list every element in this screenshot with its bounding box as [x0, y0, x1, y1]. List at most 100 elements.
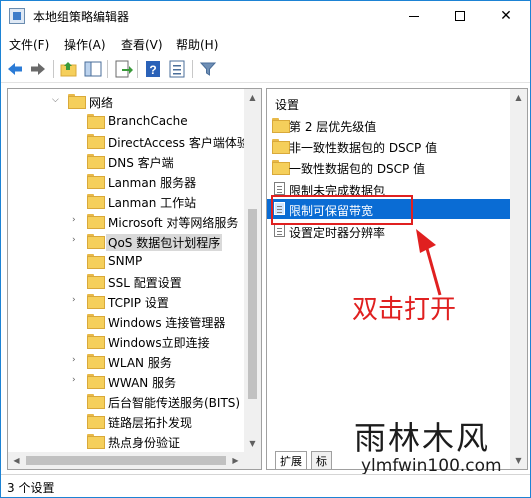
folder-icon: [87, 254, 105, 269]
tree-item[interactable]: › TCPIP 设置: [8, 291, 248, 311]
setting-icon: [272, 224, 288, 238]
list-item[interactable]: 第 2 层优先级值: [267, 115, 527, 135]
folder-icon: [87, 374, 105, 389]
folder-icon: [87, 154, 105, 169]
folder-icon: [87, 334, 105, 349]
arrow-annotation-icon: [416, 229, 442, 296]
tree-item[interactable]: 后台智能传送服务(BITS): [8, 391, 248, 411]
tree-item[interactable]: › WLAN 服务: [8, 351, 248, 371]
folder-icon: [87, 314, 105, 329]
tree-item-network[interactable]: ⌵ 网络: [8, 91, 248, 111]
show-tree-button[interactable]: [82, 58, 104, 80]
toolbar: ?: [1, 55, 530, 83]
tree-vertical-scrollbar[interactable]: ▲ ▼: [244, 89, 261, 452]
tree-item[interactable]: Windows立即连接: [8, 331, 248, 351]
tree-item-label: QoS 数据包计划程序: [106, 234, 223, 251]
tree-item-label: 网络: [89, 96, 114, 110]
tree-item-label: BranchCache: [108, 114, 188, 128]
title-bar: 本地组策略编辑器 ✕: [1, 1, 530, 31]
scroll-down-icon[interactable]: ▼: [244, 435, 261, 452]
list-item-label: 一致性数据包的 DSCP 值: [289, 162, 426, 176]
scroll-up-icon[interactable]: ▲: [510, 89, 527, 106]
show-tree-icon: [84, 61, 102, 77]
help-button[interactable]: ?: [142, 58, 164, 80]
export-button[interactable]: [112, 58, 134, 80]
tab-extended[interactable]: 扩展: [275, 451, 307, 469]
forward-button[interactable]: [27, 58, 49, 80]
tab-standard[interactable]: 标: [311, 451, 332, 469]
minimize-button[interactable]: [391, 1, 437, 31]
minimize-icon: [409, 15, 419, 17]
tree-item[interactable]: BranchCache: [8, 111, 248, 131]
list-item[interactable]: 一致性数据包的 DSCP 值: [267, 157, 527, 177]
tree-item[interactable]: Windows 连接管理器: [8, 311, 248, 331]
list-item-label: 设置定时器分辨率: [289, 226, 386, 240]
tree-item-label: Windows 连接管理器: [108, 316, 226, 330]
watermark-site-name: 雨林木风: [354, 419, 491, 457]
window-title: 本地组策略编辑器: [33, 10, 130, 24]
tree-item[interactable]: SNMP: [8, 251, 248, 271]
maximize-button[interactable]: [437, 1, 483, 31]
chevron-right-icon[interactable]: ›: [72, 355, 82, 365]
menu-view[interactable]: 查看(V): [121, 36, 163, 53]
tree-item[interactable]: Lanman 工作站: [8, 191, 248, 211]
tree-item[interactable]: Lanman 服务器: [8, 171, 248, 191]
folder-icon: [272, 139, 290, 154]
folder-icon: [87, 174, 105, 189]
menu-help[interactable]: 帮助(H): [176, 36, 218, 53]
menu-file[interactable]: 文件(F): [9, 36, 49, 53]
list-item-label: 第 2 层优先级值: [289, 120, 377, 134]
tree-item[interactable]: › WWAN 服务: [8, 371, 248, 391]
folder-icon: [87, 194, 105, 209]
close-button[interactable]: ✕: [483, 1, 529, 31]
up-folder-icon: [60, 62, 77, 77]
chevron-right-icon[interactable]: ›: [72, 375, 82, 385]
scroll-thumb[interactable]: [26, 456, 226, 465]
tree-item[interactable]: 链路层拓扑发现: [8, 411, 248, 431]
tree-item-label: Lanman 服务器: [108, 176, 197, 190]
menu-action[interactable]: 操作(A): [64, 36, 106, 53]
tree-pane: ⌵ 网络 BranchCache DirectAccess 客户端体验 DNS …: [7, 88, 262, 470]
chevron-right-icon[interactable]: ›: [72, 215, 82, 225]
tree-item[interactable]: › Microsoft 对等网络服务: [8, 211, 248, 231]
tree-item-qos[interactable]: › QoS 数据包计划程序: [8, 231, 248, 251]
tree-item[interactable]: 热点身份验证: [8, 431, 248, 451]
tree-item-label: Microsoft 对等网络服务: [108, 216, 239, 230]
scroll-right-icon[interactable]: ▶: [227, 452, 244, 469]
tree-item[interactable]: SSL 配置设置: [8, 271, 248, 291]
back-icon: [8, 63, 22, 75]
export-icon: [115, 60, 133, 78]
properties-button[interactable]: [166, 58, 188, 80]
tree-item[interactable]: DirectAccess 客户端体验: [8, 131, 249, 151]
app-icon: [9, 8, 25, 24]
folder-icon: [272, 160, 290, 175]
tree-item[interactable]: DNS 客户端: [8, 151, 248, 171]
scroll-thumb[interactable]: [248, 209, 257, 399]
chevron-right-icon[interactable]: ›: [72, 295, 82, 305]
chevron-down-icon[interactable]: ⌵: [52, 95, 62, 105]
tree-item-label: 链路层拓扑发现: [108, 416, 193, 430]
properties-icon: [169, 60, 185, 78]
tree-item-label: WLAN 服务: [108, 356, 172, 370]
annotation-text: 双击打开: [352, 295, 457, 325]
folder-icon: [87, 414, 105, 429]
maximize-icon: [455, 11, 465, 21]
filter-button[interactable]: [197, 58, 219, 80]
group-policy-window: 本地组策略编辑器 ✕ 文件(F) 操作(A) 查看(V) 帮助(H) ? ⌵ 网…: [0, 0, 531, 498]
list-item[interactable]: 非一致性数据包的 DSCP 值: [267, 136, 527, 156]
folder-icon: [87, 214, 105, 229]
up-folder-button[interactable]: [58, 58, 80, 80]
back-button[interactable]: [4, 58, 26, 80]
filter-icon: [199, 62, 217, 76]
svg-text:?: ?: [149, 63, 156, 77]
scroll-left-icon[interactable]: ◀: [8, 452, 25, 469]
tree-horizontal-scrollbar[interactable]: ◀ ▶: [8, 452, 261, 469]
details-vertical-scrollbar[interactable]: ▲ ▼: [510, 89, 527, 469]
scroll-up-icon[interactable]: ▲: [244, 89, 261, 106]
tree-item-label: SNMP: [108, 254, 143, 268]
folder-icon: [87, 274, 105, 289]
chevron-right-icon[interactable]: ›: [72, 235, 82, 245]
scroll-down-icon[interactable]: ▼: [510, 452, 527, 469]
tree-item-label: WWAN 服务: [108, 376, 177, 390]
details-header[interactable]: 设置: [275, 96, 299, 113]
